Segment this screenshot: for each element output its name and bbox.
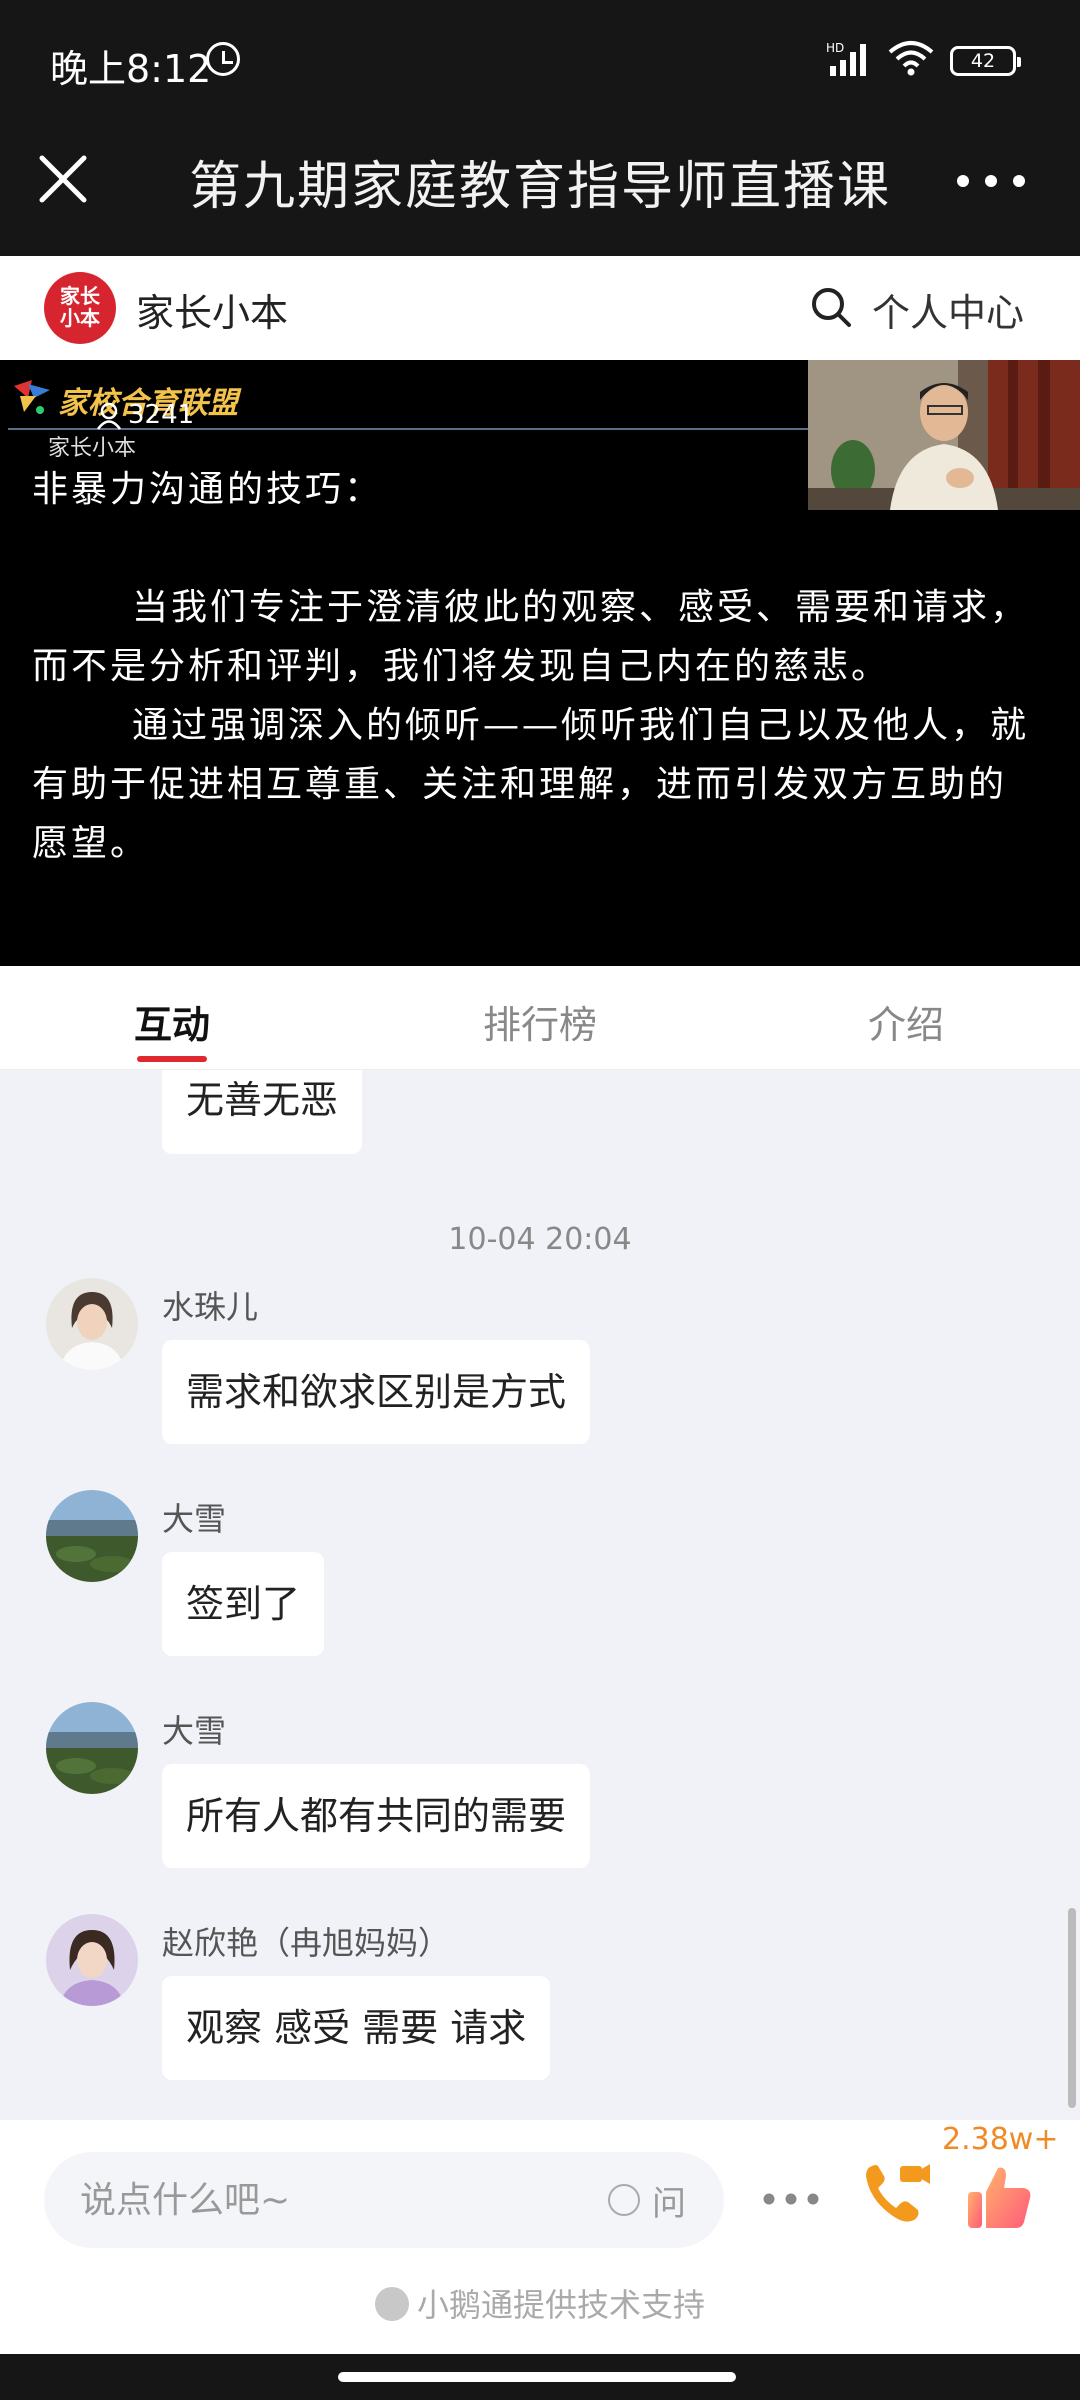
comment-input-wrapper: 问 [44, 2152, 724, 2248]
live-video[interactable]: 家校合育联盟 家长小本 3241 非暴力沟通的技巧： 当我们专注于澄清彼此的观察… [0, 360, 1080, 966]
brand-bar: 家长小本 家长小本 个人中心 [0, 256, 1080, 360]
input-bar: 问 2.38w+ 小鹅通提供技术支持 [0, 2120, 1080, 2354]
brand-name[interactable]: 家长小本 [136, 282, 288, 337]
battery-icon: 42 [950, 46, 1021, 76]
gesture-area [0, 2354, 1080, 2400]
search-icon[interactable] [810, 286, 852, 328]
chat-timestamp: 10-04 20:04 [448, 1222, 632, 1257]
viewer-icon [96, 402, 122, 430]
close-icon[interactable] [36, 152, 90, 206]
subchannel-name: 家长小本 [48, 436, 137, 461]
sender-name: 赵欣艳（冉旭妈妈） [162, 1924, 451, 1962]
tab-ranking[interactable]: 排行榜 [440, 994, 640, 1049]
more-icon[interactable] [956, 174, 1026, 188]
nav-bar: 第九期家庭教育指导师直播课 [0, 118, 1080, 256]
status-time: 晚上8:12 [50, 47, 212, 91]
chat-list[interactable]: 无善无恶 10-04 20:04 水珠儿 需求和欲求区别是方式 大雪 签到了 大… [0, 1070, 1080, 2120]
tab-bar: 互动 排行榜 介绍 [0, 966, 1080, 1070]
channel-logo-icon [14, 380, 50, 414]
svg-text:HD: HD [826, 41, 844, 55]
status-bar: 晚上8:12 HD 42 [0, 0, 1080, 118]
chat-scrollbar[interactable] [1068, 1908, 1076, 2108]
more-actions-icon[interactable] [762, 2192, 820, 2206]
ask-question-radio[interactable] [608, 2184, 640, 2216]
avatar[interactable] [46, 1914, 138, 2006]
wifi-icon [888, 41, 934, 76]
avatar[interactable] [46, 1278, 138, 1370]
avatar[interactable] [46, 1490, 138, 1582]
brand-logo[interactable]: 家长小本 [44, 272, 116, 344]
ask-question-label[interactable]: 问 [652, 2176, 686, 2225]
slide-heading: 非暴力沟通的技巧： [32, 469, 384, 510]
powered-by: 小鹅通提供技术支持 [0, 2280, 1080, 2326]
like-icon[interactable] [962, 2160, 1036, 2234]
like-count: 2.38w+ [942, 2122, 1059, 2157]
user-center-link[interactable]: 个人中心 [872, 282, 1024, 337]
avatar[interactable] [46, 1702, 138, 1794]
signal-icon: HD [826, 41, 866, 76]
message-bubble: 签到了 [162, 1552, 325, 1656]
message-bubble: 观察 感受 需要 请求 [162, 1976, 551, 2080]
comment-input[interactable] [80, 2152, 600, 2248]
message-bubble: 需求和欲求区别是方式 [162, 1340, 591, 1444]
sender-name: 大雪 [162, 1712, 227, 1750]
phone-call-icon[interactable] [858, 2156, 932, 2230]
powered-logo-icon [374, 2287, 409, 2321]
home-gesture-bar[interactable] [338, 2372, 736, 2382]
sender-name: 大雪 [162, 1500, 227, 1538]
slide-text: 非暴力沟通的技巧： 当我们专注于澄清彼此的观察、感受、需要和请求，而不是分析和评… [32, 460, 1042, 873]
slide-paragraph: 当我们专注于澄清彼此的观察、感受、需要和请求，而不是分析和评判，我们将发现自己内… [32, 587, 1030, 687]
tab-interaction[interactable]: 互动 [72, 994, 272, 1049]
slide-paragraph: 通过强调深入的倾听——倾听我们自己以及他人，就有助于促进相互尊重、关注和理解，进… [32, 705, 1030, 864]
sender-name: 水珠儿 [162, 1288, 259, 1326]
message-bubble: 无善无恶 [162, 1070, 363, 1154]
page-title: 第九期家庭教育指导师直播课 [188, 157, 891, 217]
tab-intro[interactable]: 介绍 [806, 994, 1006, 1049]
active-tab-indicator [137, 1056, 207, 1062]
viewer-count: 3241 [128, 400, 195, 430]
alarm-icon [206, 42, 240, 76]
message-bubble: 所有人都有共同的需要 [162, 1764, 591, 1868]
